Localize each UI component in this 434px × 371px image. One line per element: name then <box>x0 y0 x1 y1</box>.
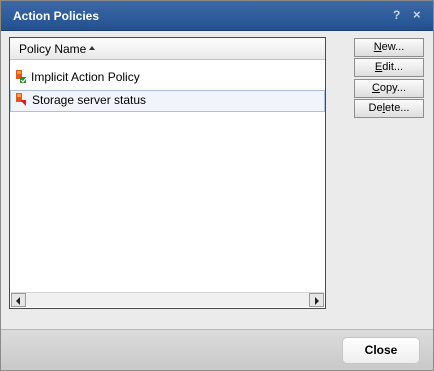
dialog-title: Action Policies <box>13 9 100 23</box>
close-button[interactable]: Close <box>342 337 420 364</box>
policy-icon <box>16 70 27 83</box>
new-label-rest: ew... <box>381 41 405 53</box>
scroll-left-button[interactable] <box>11 293 26 307</box>
column-header-policy-name[interactable]: Policy Name <box>10 38 325 60</box>
edit-button[interactable]: Edit... <box>354 58 424 77</box>
new-button[interactable]: New... <box>354 38 424 57</box>
arrow-left-icon <box>16 297 20 305</box>
list-item-selected[interactable]: Storage server status <box>10 90 325 112</box>
policy-list: Policy Name Implicit Action Policy Stora… <box>9 37 326 309</box>
list-item[interactable]: Implicit Action Policy <box>10 67 325 88</box>
delete-label-pre: De <box>368 102 383 114</box>
copy-label-rest: opy... <box>379 82 407 94</box>
sort-ascending-icon <box>89 46 95 50</box>
help-icon[interactable]: ? <box>393 8 400 22</box>
list-item-label: Storage server status <box>32 93 147 107</box>
column-header-label: Policy Name <box>19 42 87 56</box>
list-item-label: Implicit Action Policy <box>31 70 140 84</box>
action-policies-dialog: Action Policies ? × Policy Name Implicit… <box>0 0 434 371</box>
dialog-footer: Close <box>1 329 433 370</box>
horizontal-scrollbar[interactable] <box>11 292 324 307</box>
arrow-right-icon <box>315 297 319 305</box>
edit-label-rest: dit... <box>382 61 404 73</box>
scroll-right-button[interactable] <box>309 293 324 307</box>
copy-accelerator: C <box>371 82 380 94</box>
delete-label-rest: ete... <box>385 102 410 114</box>
policy-icon <box>16 93 26 106</box>
close-icon[interactable]: × <box>413 7 421 22</box>
delete-button[interactable]: Delete... <box>354 99 424 118</box>
copy-button[interactable]: Copy... <box>354 79 424 98</box>
title-bar[interactable]: Action Policies ? × <box>1 1 433 31</box>
new-accelerator: N <box>373 41 382 53</box>
